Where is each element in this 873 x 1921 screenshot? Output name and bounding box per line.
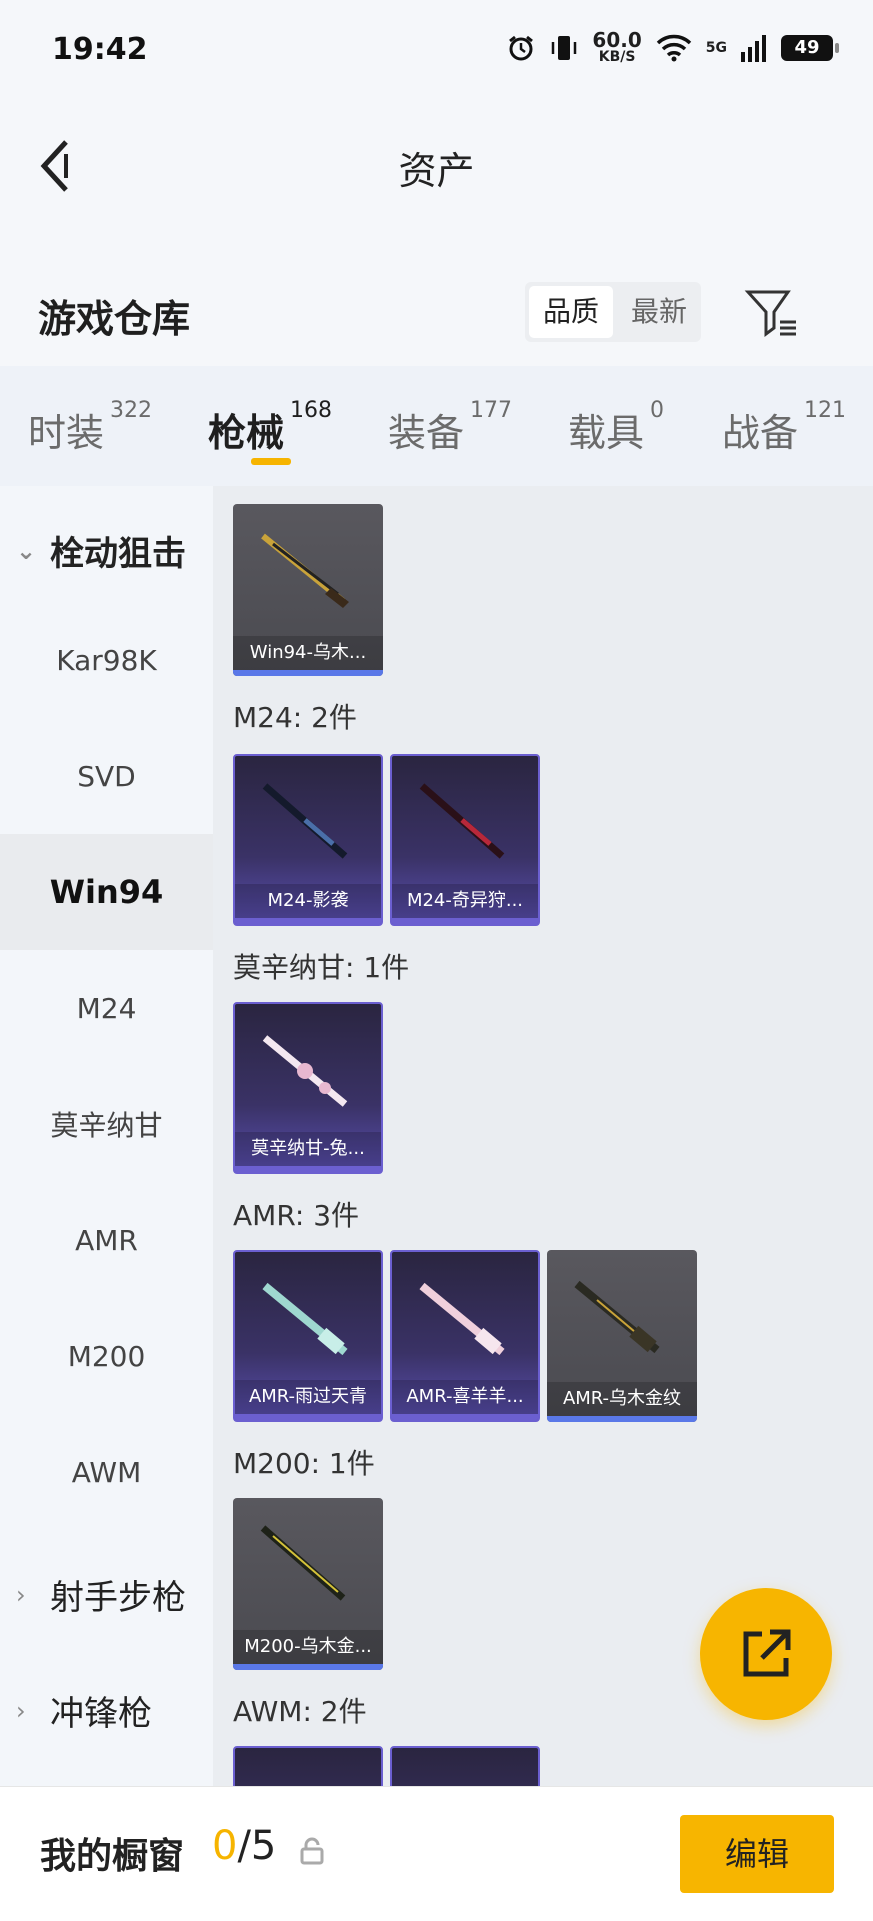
- signal-icon: [741, 34, 766, 62]
- rifle-icon: [419, 1282, 505, 1356]
- status-bar: 19:42 60.0 KB/S 5G 49: [0, 0, 873, 100]
- skin-card[interactable]: 莫辛纳甘-兔...: [233, 1002, 383, 1174]
- filter-icon[interactable]: [744, 286, 800, 342]
- weapon-sidebar: ⌄ 栓动狙击 Kar98K SVD Win94 M24 莫辛纳甘 AMR M200…: [0, 486, 213, 1786]
- wifi-icon: [656, 34, 691, 61]
- rifle-icon: [262, 783, 348, 859]
- skin-card-name: AMR-乌木金纹: [547, 1382, 697, 1416]
- share-button[interactable]: [700, 1588, 832, 1720]
- group-label-m24: M24: 2件: [233, 701, 357, 734]
- section-title: 游戏仓库: [38, 297, 191, 341]
- rarity-bar: [235, 918, 381, 924]
- group-label-awm: AWM: 2件: [233, 1695, 367, 1728]
- skin-card[interactable]: [390, 1746, 540, 1786]
- rifle-icon: [262, 1035, 348, 1107]
- lock-icon: [300, 1837, 324, 1865]
- rarity-bar: [233, 1664, 383, 1670]
- tab-fashion[interactable]: 时装322: [28, 398, 152, 457]
- rarity-bar: [235, 1414, 381, 1420]
- chevron-right-icon: ›: [16, 1580, 26, 1609]
- skin-card[interactable]: M200-乌木金...: [233, 1498, 383, 1670]
- edit-button[interactable]: 编辑: [680, 1815, 834, 1893]
- skin-card[interactable]: AMR-乌木金纹: [547, 1250, 697, 1422]
- skin-card-name: 莫辛纳甘-兔...: [235, 1132, 381, 1166]
- vibrate-icon: [552, 35, 577, 60]
- group-label-mosin: 莫辛纳甘: 1件: [233, 951, 410, 984]
- skin-card-name: M24-奇异狩...: [392, 884, 538, 918]
- group-label-amr: AMR: 3件: [233, 1199, 360, 1232]
- section-header: 游戏仓库 品质 最新: [0, 270, 873, 365]
- skin-card[interactable]: AMR-雨过天青: [233, 1250, 383, 1422]
- tab-vehicles[interactable]: 载具0: [568, 398, 664, 457]
- skin-card[interactable]: [233, 1746, 383, 1786]
- sidebar-group-smg[interactable]: › 冲锋枪: [16, 1686, 152, 1735]
- alarm-icon: [509, 35, 534, 60]
- sidebar-item-kar98k[interactable]: Kar98K: [0, 602, 213, 718]
- skin-card-name: AMR-雨过天青: [235, 1380, 381, 1414]
- sort-quality-button[interactable]: 品质: [529, 286, 613, 338]
- sidebar-item-mosin[interactable]: 莫辛纳甘: [0, 1066, 213, 1182]
- sort-newest-button[interactable]: 最新: [617, 282, 701, 342]
- skin-card[interactable]: AMR-喜羊羊...: [390, 1250, 540, 1422]
- sidebar-item-awm[interactable]: AWM: [0, 1414, 213, 1530]
- active-tab-indicator: [251, 458, 291, 465]
- sidebar-group-marksman[interactable]: › 射手步枪: [16, 1570, 186, 1619]
- rarity-bar: [392, 1414, 538, 1420]
- showcase-label: 我的橱窗: [40, 1836, 185, 1877]
- sidebar-item-amr[interactable]: AMR: [0, 1182, 213, 1298]
- showcase-bar: 我的橱窗 0/5 编辑: [0, 1786, 873, 1921]
- skin-card[interactable]: Win94-乌木...: [233, 504, 383, 676]
- sidebar-item-svd[interactable]: SVD: [0, 718, 213, 834]
- rifle-icon: [419, 783, 505, 859]
- sidebar-item-win94[interactable]: Win94: [0, 834, 213, 950]
- chevron-right-icon: ›: [16, 1696, 26, 1725]
- rifle-icon: [262, 1282, 348, 1356]
- status-time: 19:42: [52, 32, 148, 67]
- tab-supplies[interactable]: 战备121: [722, 398, 846, 457]
- skin-card[interactable]: M24-影袭: [233, 754, 383, 926]
- rifle-icon: [261, 533, 349, 608]
- rarity-bar: [392, 918, 538, 924]
- skin-card-name: AMR-喜羊羊...: [392, 1380, 538, 1414]
- status-icons: 60.0 KB/S 5G 49: [506, 28, 839, 65]
- rarity-bar: [547, 1416, 697, 1422]
- rifle-icon: [574, 1280, 660, 1354]
- sidebar-group-bolt-sniper[interactable]: ⌄ 栓动狙击: [16, 526, 186, 575]
- skin-card-name: M200-乌木金...: [233, 1630, 383, 1664]
- sidebar-item-m200[interactable]: M200: [0, 1298, 213, 1414]
- group-label-m200: M200: 1件: [233, 1447, 375, 1480]
- battery-icon: 49: [781, 34, 839, 61]
- page-title: 资产: [398, 149, 475, 193]
- skin-card-name: M24-影袭: [235, 884, 381, 918]
- sort-toggle: 品质 最新: [525, 282, 701, 342]
- tab-guns[interactable]: 枪械168: [208, 398, 332, 457]
- skin-card[interactable]: M24-奇异狩...: [390, 754, 540, 926]
- rarity-bar: [235, 1166, 381, 1172]
- showcase-count: 0/5: [212, 1823, 277, 1869]
- chevron-down-icon: ⌄: [16, 536, 37, 565]
- tab-equipment[interactable]: 装备177: [388, 398, 512, 457]
- skin-card-name: Win94-乌木...: [233, 636, 383, 670]
- rarity-bar: [233, 670, 383, 676]
- signal-5g-label: 5G: [705, 39, 727, 56]
- network-speed: 60.0 KB/S: [592, 28, 642, 65]
- external-link-icon: [743, 1629, 791, 1677]
- category-tabs: 时装322 枪械168 装备177 载具0 战备121: [0, 366, 873, 486]
- sidebar-item-m24[interactable]: M24: [0, 950, 213, 1066]
- nav-bar: 资产: [0, 100, 873, 230]
- rifle-icon: [260, 1525, 346, 1601]
